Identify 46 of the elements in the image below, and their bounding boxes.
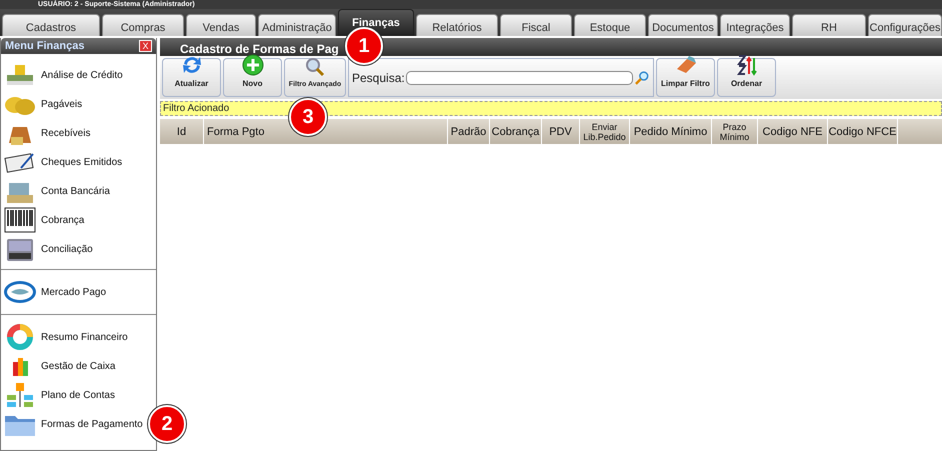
sidebar-item[interactable]: Conciliação (3, 235, 93, 263)
menu-tab[interactable]: Integrações (720, 14, 790, 36)
step-marker: 2 (148, 405, 186, 443)
column-header[interactable]: Cobrança (490, 119, 542, 144)
plus-icon (240, 54, 264, 76)
column-header[interactable]: Padrão (448, 119, 490, 144)
menu-tab[interactable]: Estoque (574, 14, 646, 36)
column-header[interactable]: Id (160, 119, 204, 144)
search-icon[interactable] (634, 70, 650, 86)
menu-tab[interactable]: Compras (102, 14, 184, 36)
close-button[interactable]: X (139, 40, 152, 52)
menu-tab[interactable]: Configurações (868, 14, 942, 36)
sidebar-item[interactable]: Pagáveis (3, 90, 82, 118)
search-field[interactable] (406, 70, 634, 84)
menu-tab[interactable]: Fiscal (500, 14, 572, 36)
sidebar-item[interactable]: Análise de Crédito (3, 61, 123, 89)
sidebar-title: Menu Finanças (5, 38, 84, 54)
column-header[interactable]: PDV (542, 119, 580, 144)
toolbar-button[interactable]: Atualizar (162, 58, 221, 97)
menu-tab[interactable]: RH (792, 14, 866, 36)
toolbar-button[interactable]: Ordenar (717, 58, 776, 97)
menu-tab[interactable]: Administração (258, 14, 336, 36)
column-header[interactable]: Prazo Mínimo (712, 119, 758, 144)
sidebar-item[interactable]: Gestão de Caixa (3, 352, 116, 380)
sidebar-item[interactable]: Resumo Financeiro (3, 323, 128, 351)
sidebar-item[interactable]: Cobrança (3, 206, 84, 234)
column-header[interactable]: Codigo NFCE (828, 119, 898, 144)
sidebar-item[interactable]: Recebíveis (3, 119, 90, 147)
barcode-icon (3, 206, 37, 234)
menu-tab[interactable]: Finanças (338, 9, 414, 36)
column-header[interactable]: Pedido Mínimo (630, 119, 712, 144)
menu-tab[interactable]: Cadastros (2, 14, 100, 36)
sidebar-item[interactable]: Mercado Pago (3, 278, 106, 306)
menu-tab[interactable]: Vendas (186, 14, 256, 36)
magnifier-icon (303, 56, 327, 78)
sidebar-item[interactable]: Conta Bancária (3, 177, 110, 205)
search-label: Pesquisa: (352, 70, 405, 86)
menu-tab[interactable]: Relatórios (416, 14, 498, 36)
sort-icon (736, 54, 758, 76)
sidebar-item[interactable]: Plano de Contas (3, 381, 115, 409)
column-header[interactable]: Enviar Lib.Pedido (580, 119, 630, 144)
menu-tab[interactable]: Documentos (648, 14, 718, 36)
sidebar-item[interactable]: Cheques Emitidos (3, 148, 122, 176)
sidebar-item[interactable]: Formas de Pagamento (3, 410, 143, 438)
column-header[interactable]: Codigo NFE (758, 119, 828, 144)
toolbar-button[interactable]: Limpar Filtro (656, 58, 715, 97)
